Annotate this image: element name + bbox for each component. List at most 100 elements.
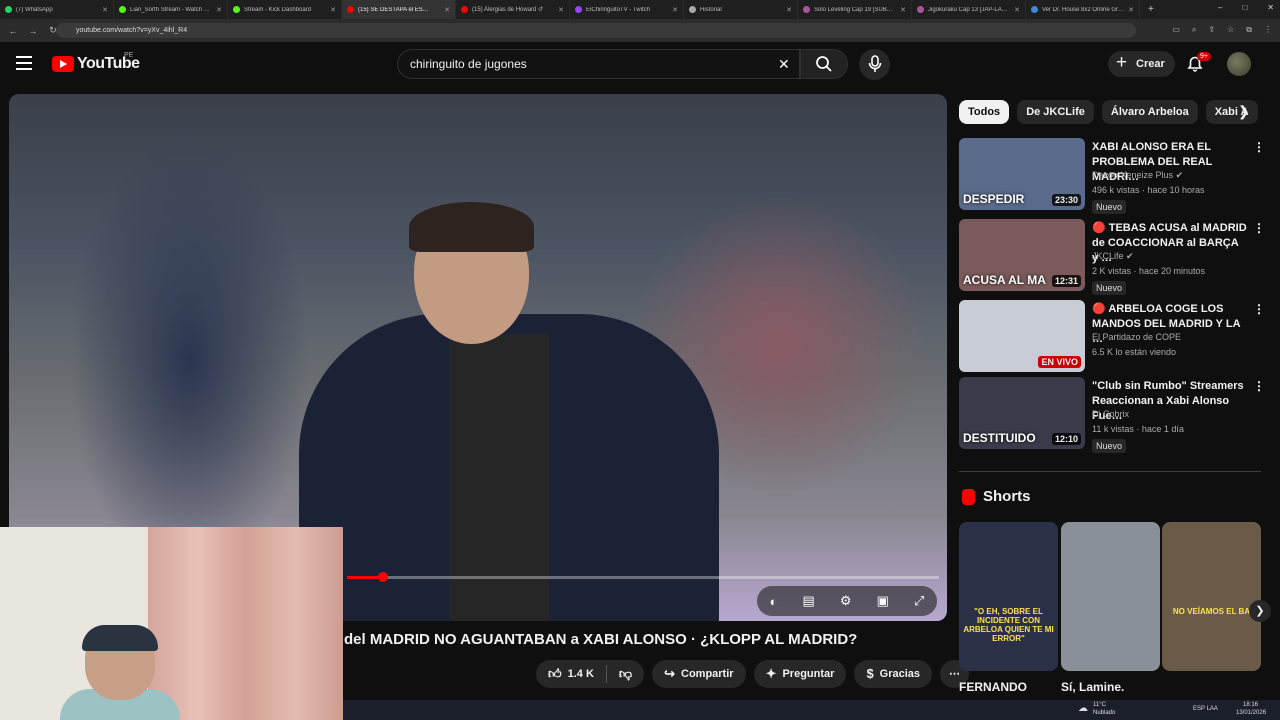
tab-title: (15) SE DESTAPA el ES…	[358, 6, 429, 13]
browser-tab[interactable]: (15) SE DESTAPA el ES… ✕	[342, 0, 456, 19]
browser-tab[interactable]: ElChiringuitoTV - Twitch ✕	[570, 0, 684, 19]
forward-icon[interactable]: →	[26, 26, 40, 36]
youtube-logo[interactable]: YouTube PE	[52, 52, 140, 73]
browser-tab[interactable]: Historial ✕	[684, 0, 798, 19]
tab-close-icon[interactable]: ✕	[672, 6, 678, 14]
browser-tab[interactable]: Ver Dr. House 8x2 Online Gra… ✕	[1026, 0, 1140, 19]
tab-close-icon[interactable]: ✕	[786, 6, 792, 14]
like-button[interactable]: 👍︎ 1.4 K 👎︎	[536, 660, 645, 688]
subtitles-icon[interactable]: ▤	[803, 593, 815, 609]
tab-title: (7) WhatsApp	[16, 6, 53, 13]
short-thumbnail[interactable]: "O EH, SOBRE EL INCIDENTE CON ARBELOA QU…	[959, 522, 1058, 671]
short-thumbnail[interactable]	[1061, 522, 1160, 671]
tab-title: Stream - Kick Dashboard	[244, 6, 312, 13]
live-badge: EN VIVO	[1038, 356, 1081, 368]
filter-chip[interactable]: Todos	[959, 100, 1010, 124]
close-window-button[interactable]: ✕	[1267, 3, 1274, 12]
ask-button[interactable]: ✦ Preguntar	[753, 660, 847, 688]
new-tab-button[interactable]: +	[1148, 4, 1154, 15]
recommended-video[interactable]: ACUSA AL MA 12:31 🔴 TEBAS ACUSA al MADRID …	[959, 219, 1279, 295]
video-thumbnail[interactable]: DESPEDIR 23:30	[959, 138, 1085, 210]
channel-name[interactable]: Dj Cobrix	[1092, 409, 1129, 419]
channel-name[interactable]: JKCLife ✔	[1092, 251, 1134, 262]
cast-icon[interactable]: ▭	[1172, 25, 1180, 35]
menu-icon[interactable]	[16, 56, 32, 70]
avatar[interactable]	[1227, 52, 1251, 76]
more-icon[interactable]: ⋮	[1264, 25, 1272, 35]
search-button[interactable]	[800, 49, 848, 79]
tab-close-icon[interactable]: ✕	[444, 6, 450, 14]
shorts-next-icon[interactable]: ❯	[1249, 600, 1271, 622]
url-field[interactable]: youtube.com/watch?v=yXv_4ihl_R4	[56, 23, 1136, 38]
shorts-icon	[962, 488, 975, 505]
thanks-button[interactable]: $ Gracias	[854, 660, 933, 688]
chevron-right-icon[interactable]: ❯	[1238, 103, 1250, 120]
channel-name[interactable]: Davoo Xeneize Plus ✔	[1092, 170, 1183, 181]
recommended-video[interactable]: EN VIVO 🔴 ARBELOA COGE LOS MANDOS DEL MAD…	[959, 300, 1279, 372]
browser-tab[interactable]: (7) WhatsApp ✕	[0, 0, 114, 19]
browser-tab[interactable]: Stream - Kick Dashboard ✕	[228, 0, 342, 19]
browser-tab[interactable]: Lian_Sorth Stream - Watch Li… ✕	[114, 0, 228, 19]
video-thumbnail[interactable]: DESTITUIDO 12:10	[959, 377, 1085, 449]
taskbar: ☁ 11°C Nublado ESP LAA 18:16 13/01/2026	[343, 700, 1280, 720]
browser-tab[interactable]: Jigokuraku Cap 13 [JAP-LA… ✕	[912, 0, 1026, 19]
short-overlay-text: NO VEÍAMOS EL BA	[1172, 607, 1251, 616]
settings-gear-icon[interactable]: ⚙	[840, 593, 852, 609]
back-icon[interactable]: ←	[6, 26, 20, 36]
video-thumbnail[interactable]: EN VIVO	[959, 300, 1085, 372]
tab-close-icon[interactable]: ✕	[330, 6, 336, 14]
browser-tab[interactable]: (15) Alergias de Howard ↺ ✕	[456, 0, 570, 19]
recommended-video[interactable]: DESTITUIDO 12:10 "Club sin Rumbo" Streamer…	[959, 377, 1279, 453]
new-badge: Nuevo	[1092, 200, 1127, 214]
super-thanks-icon: $	[866, 666, 874, 681]
channel-name[interactable]: El Partidazo de COPE	[1092, 332, 1181, 342]
tab-close-icon[interactable]: ✕	[1128, 6, 1134, 14]
tab-title: ElChiringuitoTV - Twitch	[586, 6, 650, 13]
minimize-button[interactable]: –	[1218, 3, 1222, 12]
more-options-icon[interactable]: ⋮	[1253, 140, 1265, 154]
share-button[interactable]: ↪ Compartir	[652, 660, 746, 688]
clock-date[interactable]: 13/01/2026	[1236, 710, 1266, 716]
thumbs-down-icon[interactable]: 👎︎	[619, 660, 632, 688]
tab-favicon-icon	[803, 6, 810, 13]
fullscreen-icon[interactable]: ⤢	[914, 593, 924, 609]
new-badge: Nuevo	[1092, 281, 1127, 295]
tab-close-icon[interactable]: ✕	[216, 6, 222, 14]
tab-title: Ver Dr. House 8x2 Online Gra…	[1042, 6, 1126, 13]
video-thumbnail[interactable]: ACUSA AL MA 12:31	[959, 219, 1085, 291]
search-icon	[816, 56, 832, 72]
short-thumbnail[interactable]: NO VEÍAMOS EL BA	[1162, 522, 1261, 671]
more-options-icon[interactable]: ⋮	[1253, 221, 1265, 235]
weather-icon: ☁	[1078, 703, 1088, 714]
voice-search-button[interactable]	[859, 49, 890, 80]
player-controls: ◐ ▤ ⚙ ▣ ⤢	[757, 586, 937, 616]
create-button[interactable]: + Crear	[1108, 51, 1175, 77]
extensions-icon[interactable]: ⧉	[1246, 25, 1252, 35]
share-icon[interactable]: ⇪	[1208, 25, 1215, 35]
bookmark-icon[interactable]: ☆	[1227, 25, 1234, 35]
browser-tab[interactable]: Solo Leveling Cap 19 [SUB… ✕	[798, 0, 912, 19]
tab-title: Lian_Sorth Stream - Watch Li…	[130, 6, 214, 13]
tab-close-icon[interactable]: ✕	[558, 6, 564, 14]
more-options-icon[interactable]: ⋮	[1253, 302, 1265, 316]
clear-search-icon[interactable]: ✕	[778, 56, 790, 73]
thumbnail-text: DESTITUIDO	[963, 431, 1036, 445]
zoom-icon[interactable]: ⌕	[1192, 25, 1196, 35]
clock-time[interactable]: 18:16	[1243, 702, 1258, 708]
filter-chip[interactable]: De JKCLife	[1017, 100, 1094, 124]
tab-close-icon[interactable]: ✕	[102, 6, 108, 14]
tab-favicon-icon	[5, 6, 12, 13]
search-input[interactable]: chiringuito de jugones	[397, 49, 800, 79]
recommended-video[interactable]: DESPEDIR 23:30 XABI ALONSO ERA EL PROBLEMA…	[959, 138, 1279, 214]
miniplayer-icon[interactable]: ▣	[877, 593, 889, 609]
progress-bar[interactable]	[347, 572, 939, 582]
language-indicator[interactable]: ESP LAA	[1193, 706, 1218, 712]
autoplay-toggle[interactable]: ◐	[770, 594, 778, 609]
progress-scrubber[interactable]	[377, 572, 388, 582]
tab-close-icon[interactable]: ✕	[900, 6, 906, 14]
more-options-icon[interactable]: ⋮	[1253, 379, 1265, 393]
maximize-button[interactable]: □	[1242, 3, 1247, 12]
filter-chip[interactable]: Álvaro Arbeloa	[1101, 100, 1198, 124]
tab-close-icon[interactable]: ✕	[1014, 6, 1020, 14]
divider	[959, 471, 1261, 472]
